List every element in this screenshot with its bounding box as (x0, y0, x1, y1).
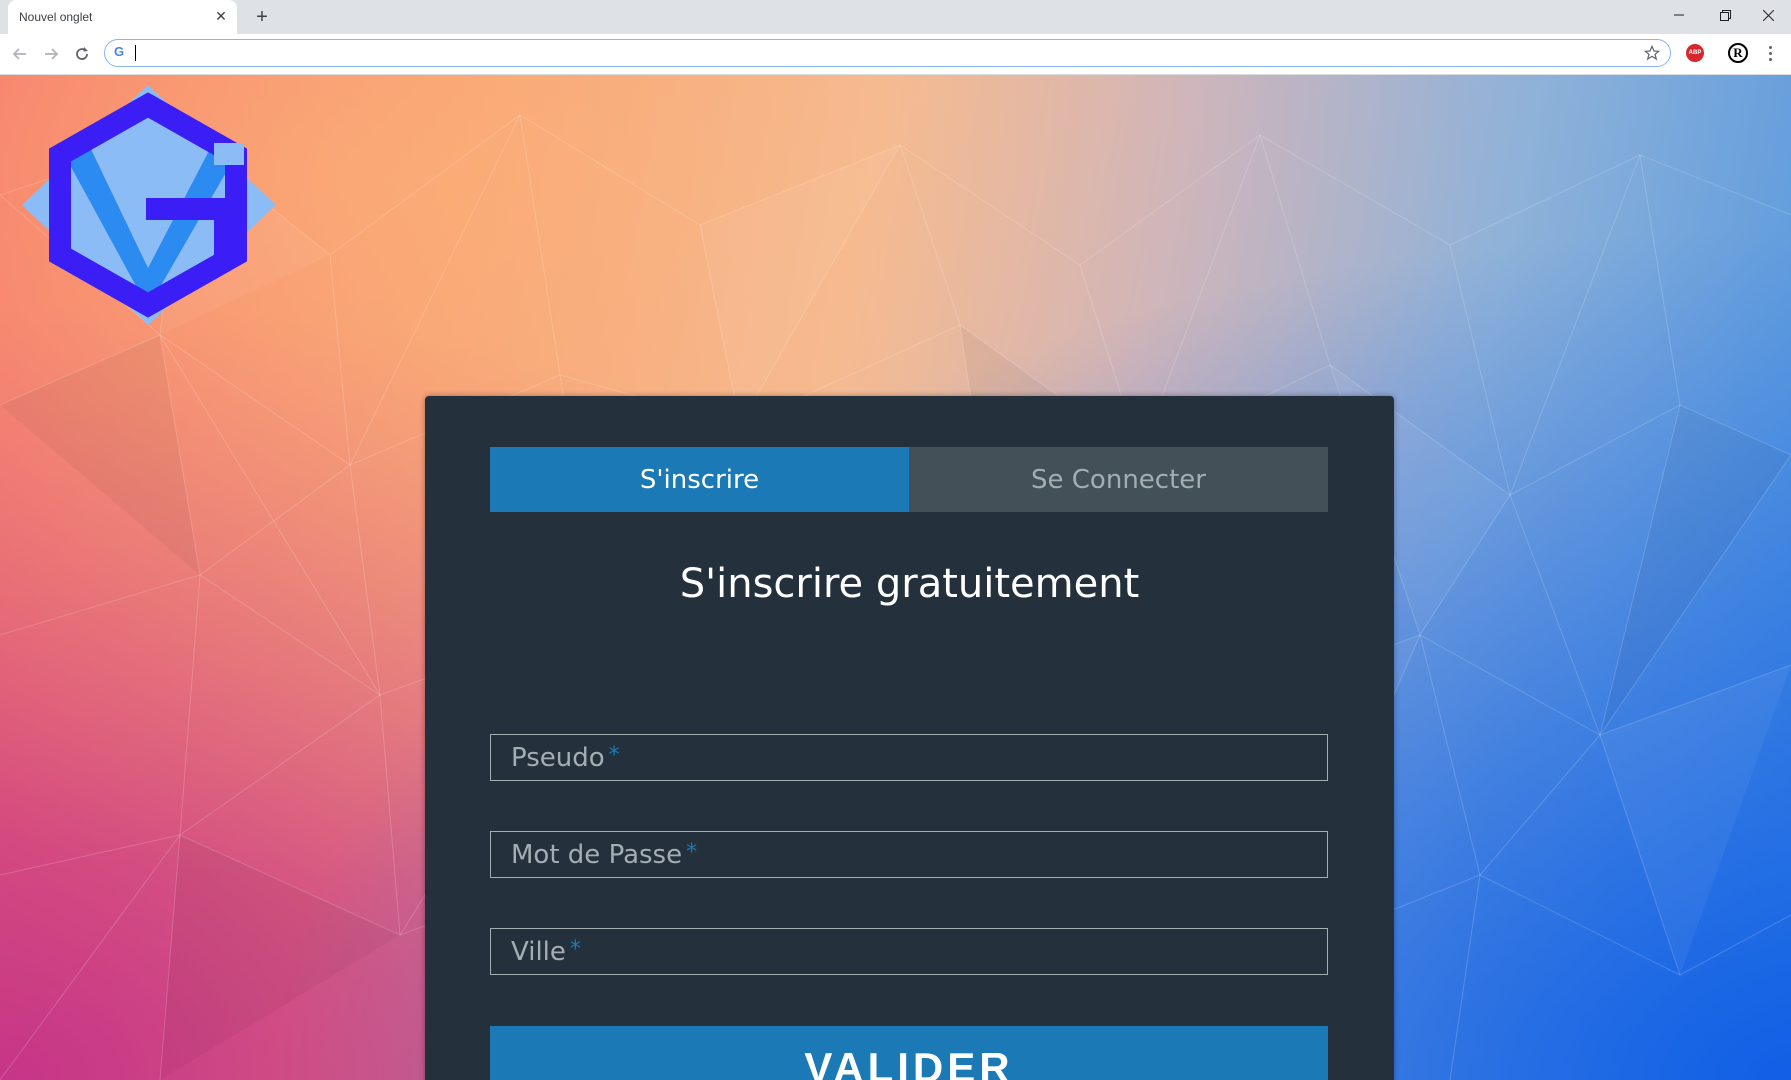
google-g-icon: G (114, 44, 125, 59)
tab-se-connecter[interactable]: Se Connecter (909, 447, 1328, 512)
required-mark: * (686, 840, 698, 865)
pseudo-label: Pseudo * (511, 743, 620, 773)
password-field[interactable]: Mot de Passe * (490, 831, 1328, 878)
required-mark: * (608, 743, 620, 768)
pseudo-field[interactable]: Pseudo * (490, 734, 1328, 781)
kebab-menu-icon[interactable] (1762, 43, 1778, 63)
form-title: S'inscrire gratuitement (679, 561, 1140, 607)
address-bar[interactable]: G (104, 39, 1671, 67)
city-field[interactable]: Ville * (490, 928, 1328, 975)
submit-button[interactable]: VALIDER (490, 1026, 1328, 1080)
address-input[interactable] (133, 43, 1617, 63)
page-viewport: S'inscrire Se Connecter S'inscrire gratu… (0, 75, 1791, 1080)
required-mark: * (569, 937, 581, 962)
star-icon[interactable] (1642, 43, 1662, 63)
close-icon[interactable]: ✕ (213, 8, 229, 24)
plus-icon[interactable]: + (250, 5, 274, 29)
tab-strip: Nouvel onglet ✕ + (0, 0, 1791, 34)
tab-sinscrire[interactable]: S'inscrire (490, 447, 909, 512)
reload-icon[interactable] (69, 41, 95, 67)
site-logo (22, 85, 276, 325)
browser-window: Nouvel onglet ✕ + G ABP R S'inscrire Se … (0, 0, 1791, 1080)
signup-panel: S'inscrire Se Connecter S'inscrire gratu… (425, 396, 1394, 1080)
restore-icon[interactable] (1702, 0, 1748, 30)
tab-title: Nouvel onglet (19, 10, 93, 24)
adblock-plus-icon[interactable]: ABP (1686, 44, 1704, 62)
browser-tab[interactable]: Nouvel onglet ✕ (8, 0, 237, 34)
city-label: Ville * (511, 937, 581, 967)
browser-toolbar: G ABP R (0, 34, 1791, 75)
window-close-icon[interactable] (1745, 0, 1791, 30)
back-arrow-icon[interactable] (7, 41, 33, 67)
password-label: Mot de Passe * (511, 840, 698, 870)
r-extension-icon[interactable]: R (1728, 43, 1748, 63)
forward-arrow-icon[interactable] (38, 41, 64, 67)
minimize-icon[interactable] (1656, 0, 1702, 30)
text-caret (135, 45, 136, 61)
form-tabs: S'inscrire Se Connecter (490, 447, 1328, 512)
